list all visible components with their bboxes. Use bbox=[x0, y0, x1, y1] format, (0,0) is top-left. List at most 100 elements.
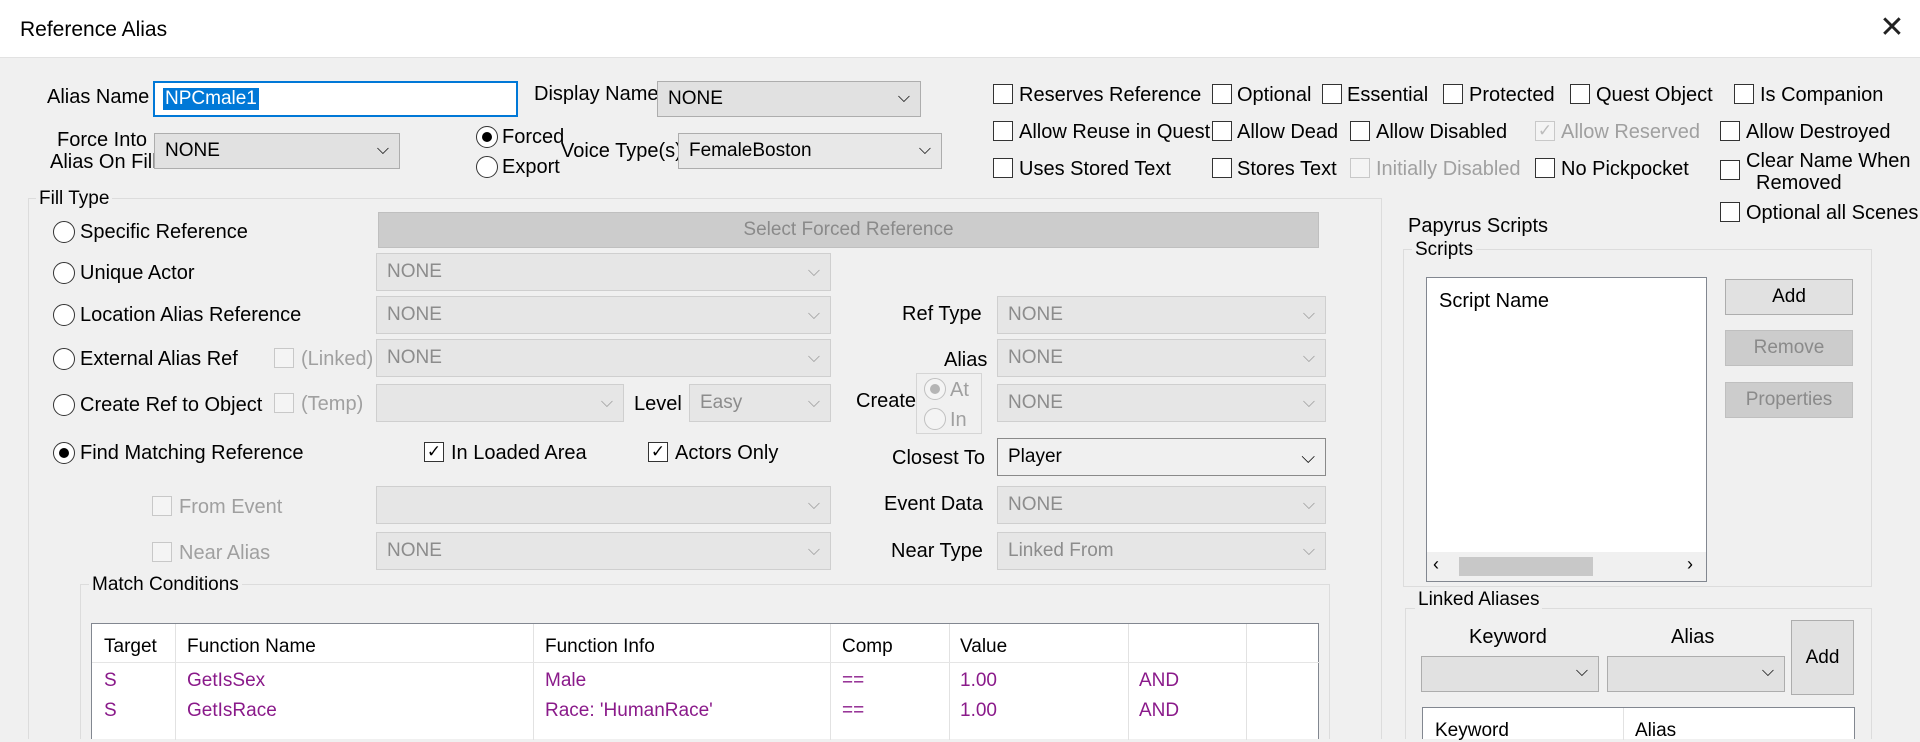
allow-disabled-checkbox[interactable] bbox=[1350, 121, 1370, 141]
create-select[interactable]: NONE ⌵ bbox=[997, 384, 1326, 422]
column-header[interactable]: Target bbox=[104, 636, 157, 658]
unique-actor-radio[interactable] bbox=[53, 262, 75, 284]
add-script-button[interactable]: Add bbox=[1725, 279, 1853, 315]
optional-checkbox[interactable] bbox=[1212, 84, 1232, 104]
location-alias-reference-radio[interactable] bbox=[53, 304, 75, 326]
chevron-down-icon: ⌵ bbox=[1302, 306, 1315, 323]
column-header[interactable]: Comp bbox=[842, 636, 893, 658]
properties-button[interactable]: Properties bbox=[1725, 382, 1853, 418]
near-alias-value: NONE bbox=[387, 540, 442, 561]
voice-type-value: FemaleBoston bbox=[689, 140, 812, 161]
is-companion-checkbox[interactable] bbox=[1734, 84, 1754, 104]
match-conditions-title: Match Conditions bbox=[89, 574, 242, 596]
conditions-table[interactable]: Target Function Name Function Info Comp … bbox=[91, 623, 1320, 740]
scroll-right-icon[interactable]: › bbox=[1687, 554, 1693, 575]
create-ref-to-object-radio[interactable] bbox=[53, 394, 75, 416]
alias-name-input[interactable]: NPCmale1 bbox=[153, 81, 518, 117]
quest-object-checkbox[interactable] bbox=[1570, 84, 1590, 104]
voice-type-select[interactable]: FemaleBoston ⌵ bbox=[678, 133, 942, 169]
near-alias-select[interactable]: NONE ⌵ bbox=[376, 532, 831, 570]
in-loaded-area-checkbox[interactable]: ✓ bbox=[424, 442, 444, 462]
linked-checkbox[interactable] bbox=[274, 348, 294, 368]
uses-stored-text-checkbox[interactable] bbox=[993, 158, 1013, 178]
scroll-left-icon[interactable]: ‹ bbox=[1433, 554, 1439, 575]
cell-value: 1.00 bbox=[960, 670, 997, 691]
find-matching-reference-radio[interactable] bbox=[53, 442, 75, 464]
alias-name-label: Alias Name bbox=[47, 86, 150, 108]
table-row[interactable]: S GetIsRace Race: 'HumanRace' == 1.00 AN… bbox=[92, 698, 1320, 726]
column-header[interactable]: Value bbox=[960, 636, 1007, 658]
script-list[interactable]: Script Name ‹ › bbox=[1426, 277, 1707, 582]
script-name-header[interactable]: Script Name bbox=[1439, 290, 1549, 313]
from-event-checkbox[interactable] bbox=[152, 496, 172, 516]
alias-select[interactable]: NONE ⌵ bbox=[997, 339, 1326, 377]
export-radio[interactable] bbox=[476, 156, 498, 178]
chevron-down-icon: ⌵ bbox=[600, 394, 613, 411]
export-label: Export bbox=[502, 156, 560, 178]
allow-destroyed-checkbox[interactable] bbox=[1720, 121, 1740, 141]
optional-all-scenes-checkbox[interactable] bbox=[1720, 202, 1740, 222]
near-alias-checkbox[interactable] bbox=[152, 542, 172, 562]
force-into-select[interactable]: NONE ⌵ bbox=[154, 133, 400, 169]
forced-radio[interactable] bbox=[476, 126, 498, 148]
select-forced-reference-button[interactable]: Select Forced Reference bbox=[378, 212, 1319, 248]
remove-script-button[interactable]: Remove bbox=[1725, 330, 1853, 366]
alias-name-value: NPCmale1 bbox=[163, 88, 259, 110]
table-row[interactable]: S GetIsSex Male == 1.00 AND bbox=[92, 668, 1320, 696]
specific-reference-radio[interactable] bbox=[53, 221, 75, 243]
chevron-down-icon: ⌵ bbox=[807, 542, 820, 559]
add-linked-alias-button[interactable]: Add bbox=[1791, 620, 1854, 695]
allow-reserved-checkbox[interactable]: ✓ bbox=[1535, 121, 1555, 141]
protected-checkbox[interactable] bbox=[1443, 84, 1463, 104]
unique-actor-select[interactable]: NONE ⌵ bbox=[376, 253, 831, 291]
create-in-radio[interactable] bbox=[924, 408, 946, 430]
no-pickpocket-checkbox[interactable] bbox=[1535, 158, 1555, 178]
keyword-select[interactable]: ⌵ bbox=[1421, 656, 1599, 692]
cell-value: 1.00 bbox=[960, 700, 997, 721]
chevron-down-icon: ⌵ bbox=[1302, 542, 1315, 559]
stores-text-checkbox[interactable] bbox=[1212, 158, 1232, 178]
clear-name-checkbox[interactable] bbox=[1720, 160, 1740, 180]
horizontal-scrollbar[interactable]: ‹ › bbox=[1427, 552, 1706, 581]
linked-aliases-title: Linked Aliases bbox=[1415, 589, 1543, 611]
essential-checkbox[interactable] bbox=[1322, 84, 1342, 104]
location-alias-select[interactable]: NONE ⌵ bbox=[376, 296, 831, 334]
closest-to-select[interactable]: Player ⌵ bbox=[997, 438, 1326, 476]
ref-type-select[interactable]: NONE ⌵ bbox=[997, 296, 1326, 334]
near-type-select[interactable]: Linked From ⌵ bbox=[997, 532, 1326, 570]
column-header[interactable]: Function Info bbox=[545, 636, 655, 658]
linked-alias-label: Alias bbox=[1671, 626, 1715, 648]
location-alias-reference-label: Location Alias Reference bbox=[80, 304, 302, 326]
actors-only-label: Actors Only bbox=[675, 442, 779, 464]
chevron-down-icon: ⌵ bbox=[1302, 394, 1315, 411]
reserves-reference-checkbox[interactable] bbox=[993, 84, 1013, 104]
actors-only-checkbox[interactable]: ✓ bbox=[648, 442, 668, 462]
scrollbar-thumb[interactable] bbox=[1459, 557, 1593, 576]
allow-reuse-checkbox[interactable] bbox=[993, 121, 1013, 141]
initially-disabled-checkbox[interactable] bbox=[1350, 158, 1370, 178]
scripts-group-title: Scripts bbox=[1412, 239, 1477, 261]
display-name-select[interactable]: NONE ⌵ bbox=[657, 81, 921, 117]
display-name-label: Display Name bbox=[534, 83, 659, 105]
ref-type-label: Ref Type bbox=[902, 303, 982, 325]
optional-all-scenes-label: Optional all Scenes bbox=[1746, 202, 1919, 224]
external-alias-ref-radio[interactable] bbox=[53, 348, 75, 370]
linked-alias-select[interactable]: ⌵ bbox=[1607, 656, 1785, 692]
column-header[interactable]: Function Name bbox=[187, 636, 316, 658]
create-ref-to-object-label: Create Ref to Object bbox=[80, 394, 263, 416]
uses-stored-text-label: Uses Stored Text bbox=[1019, 158, 1171, 180]
chevron-down-icon: ⌵ bbox=[1302, 496, 1315, 513]
external-alias-select[interactable]: NONE ⌵ bbox=[376, 339, 831, 377]
linked-aliases-table[interactable]: Keyword Alias bbox=[1422, 707, 1855, 741]
from-event-select[interactable]: ⌵ bbox=[376, 486, 831, 524]
create-at-radio[interactable] bbox=[924, 378, 946, 400]
allow-dead-label: Allow Dead bbox=[1237, 121, 1339, 143]
quest-object-label: Quest Object bbox=[1596, 84, 1713, 106]
event-data-select[interactable]: NONE ⌵ bbox=[997, 486, 1326, 524]
title-bar bbox=[0, 0, 1920, 58]
close-icon[interactable]: ✕ bbox=[1874, 10, 1910, 46]
temp-checkbox[interactable] bbox=[274, 393, 294, 413]
level-select[interactable]: Easy ⌵ bbox=[689, 384, 831, 422]
allow-dead-checkbox[interactable] bbox=[1212, 121, 1232, 141]
create-ref-select[interactable]: ⌵ bbox=[376, 384, 624, 422]
